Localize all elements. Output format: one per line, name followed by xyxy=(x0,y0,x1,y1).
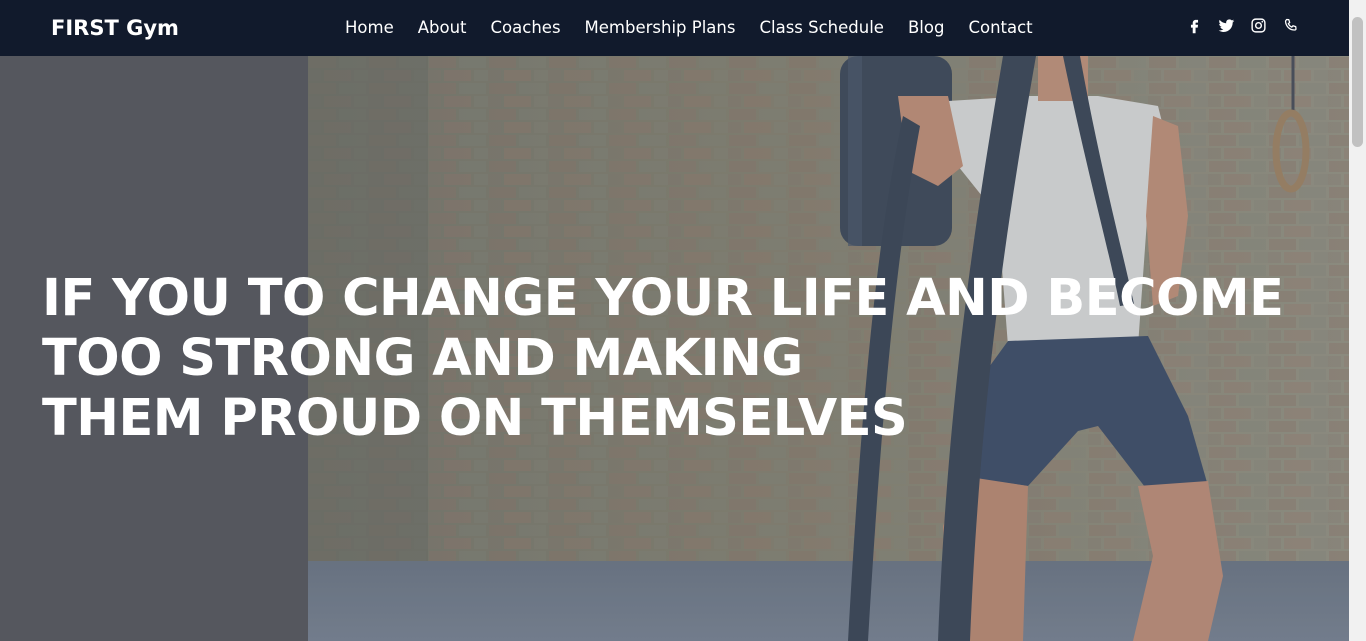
hero-section: IF YOU TO CHANGE YOUR LIFE AND BECOME TO… xyxy=(0,56,1349,641)
instagram-icon[interactable] xyxy=(1250,17,1267,34)
hero-headline: IF YOU TO CHANGE YOUR LIFE AND BECOME TO… xyxy=(42,269,1284,449)
hero-headline-line-1: IF YOU TO CHANGE YOUR LIFE AND BECOME xyxy=(42,269,1284,328)
nav-link-class-schedule[interactable]: Class Schedule xyxy=(759,16,883,40)
navbar: FIRST Gym Home About Coaches Membership … xyxy=(0,0,1349,56)
page: FIRST Gym Home About Coaches Membership … xyxy=(0,0,1366,641)
nav-link-about[interactable]: About xyxy=(418,16,467,40)
facebook-icon[interactable] xyxy=(1186,17,1203,34)
hero-headline-line-2: TOO STRONG AND MAKING xyxy=(42,329,803,388)
main-nav: Home About Coaches Membership Plans Clas… xyxy=(345,16,1033,40)
social-links xyxy=(1186,17,1299,34)
nav-link-contact[interactable]: Contact xyxy=(968,16,1032,40)
nav-link-membership-plans[interactable]: Membership Plans xyxy=(585,16,736,40)
nav-link-home[interactable]: Home xyxy=(345,16,394,40)
nav-link-coaches[interactable]: Coaches xyxy=(491,16,561,40)
twitter-icon[interactable] xyxy=(1218,17,1235,34)
scrollbar-thumb[interactable] xyxy=(1352,17,1363,147)
phone-icon[interactable] xyxy=(1282,17,1299,34)
brand-logo[interactable]: FIRST Gym xyxy=(51,14,179,42)
hero-headline-line-3: THEM PROUD ON THEMSELVES xyxy=(42,389,908,448)
page-scrollbar[interactable] xyxy=(1349,0,1366,641)
nav-link-blog[interactable]: Blog xyxy=(908,16,944,40)
